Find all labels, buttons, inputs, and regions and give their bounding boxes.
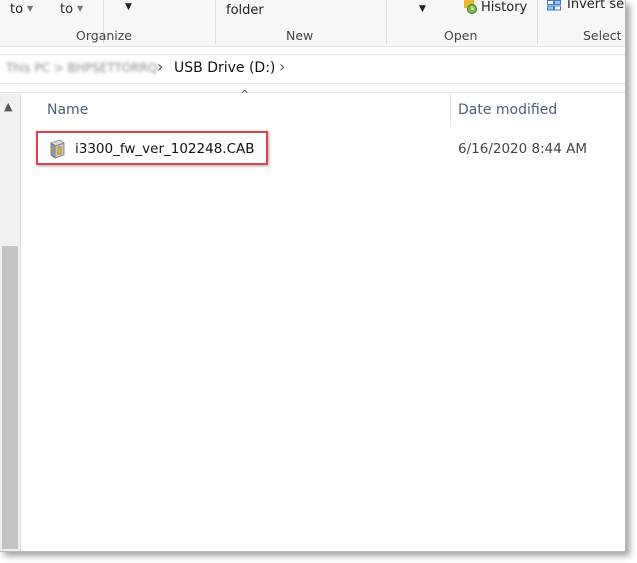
navigation-pane-scrollbar[interactable]: ▲ [0,94,21,551]
scrollbar-thumb[interactable] [2,246,18,549]
scroll-up-arrow-icon[interactable]: ▲ [4,100,12,113]
delete-dropdown-icon[interactable]: ▼ [125,2,132,12]
sort-ascending-icon: ^ [240,88,250,101]
address-breadcrumb-blurred[interactable]: This PC > BHPSETTORRQ [6,61,157,75]
ribbon: to ▼ to ▼ ▼ folder ▼ History Invert sele… [0,0,625,47]
file-name[interactable]: i3300_fw_ver_102248.CAB [75,141,255,157]
column-header-name[interactable]: Name [47,102,88,118]
chevron-down-icon: ▼ [77,4,84,13]
chevron-right-icon: › [157,57,164,76]
column-header-date-modified[interactable]: Date modified [458,102,557,118]
organize-group-label: Organize [76,28,132,43]
ribbon-divider [386,0,387,44]
address-bar[interactable]: This PC > BHPSETTORRQ › USB Drive (D:) › [0,54,625,84]
ribbon-divider [215,0,216,44]
chevron-down-icon: ▼ [27,4,34,13]
history-icon [464,0,477,14]
open-group-label: Open [444,28,478,43]
copy-to-button-label[interactable]: to [60,2,73,17]
file-date-modified: 6/16/2020 8:44 AM [458,141,588,157]
history-button-label[interactable]: History [481,0,527,15]
select-group-label: Select [583,28,622,43]
chevron-right-icon[interactable]: › [279,57,285,76]
ribbon-divider [537,0,538,44]
invert-selection-icon [547,0,561,11]
move-to-button-label[interactable]: to [10,2,23,17]
divider [0,92,625,93]
invert-selection-button-label[interactable]: Invert sele [567,0,625,12]
properties-dropdown-icon[interactable]: ▼ [419,4,426,14]
breadcrumb-usb-drive[interactable]: USB Drive (D:) [174,60,275,76]
cab-archive-icon [50,139,65,159]
new-folder-button-label[interactable]: folder [226,3,264,18]
file-explorer-window: to ▼ to ▼ ▼ folder ▼ History Invert sele… [0,0,626,552]
column-divider[interactable] [450,94,451,126]
new-group-label: New [286,28,314,43]
